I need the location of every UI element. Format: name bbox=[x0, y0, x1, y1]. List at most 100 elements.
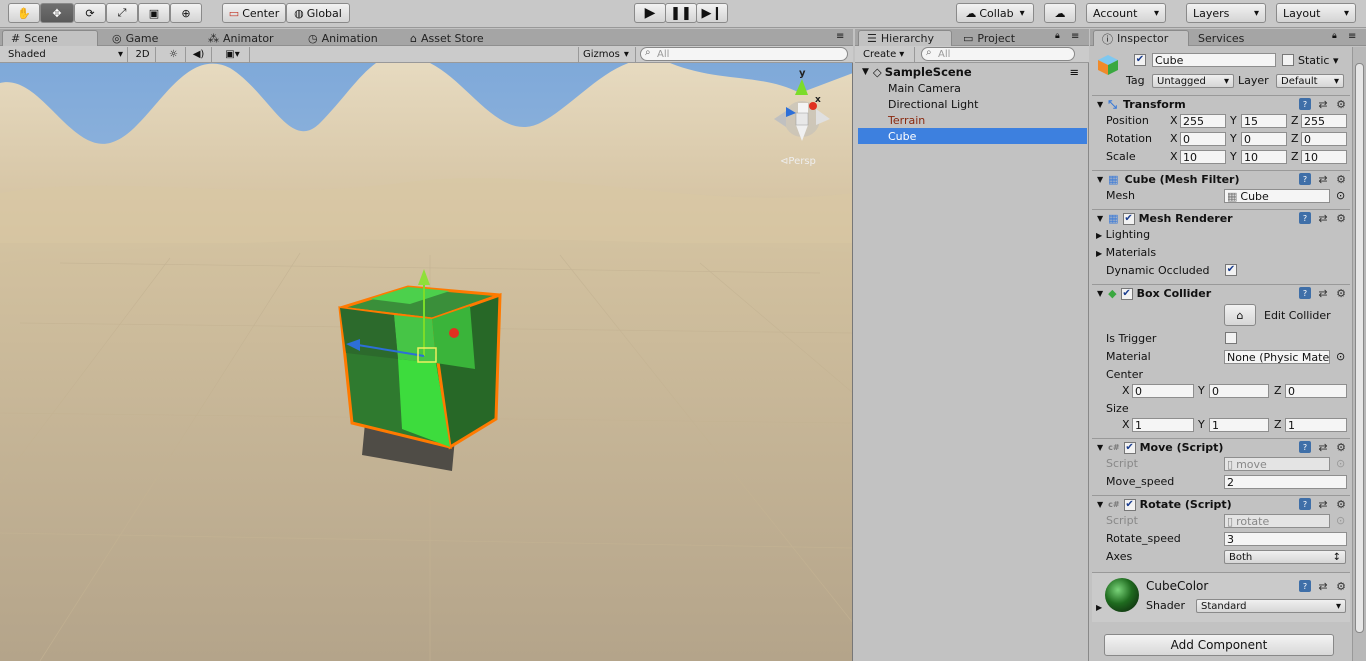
projection-toggle[interactable]: ⊲Persp bbox=[780, 156, 816, 167]
scale-y-field[interactable]: 10 bbox=[1241, 150, 1287, 164]
create-dropdown[interactable]: Create ▾ bbox=[859, 47, 915, 62]
tab-animator[interactable]: ⁂ Animator bbox=[200, 30, 282, 46]
object-picker-icon[interactable]: ⊙ bbox=[1336, 189, 1345, 202]
panel-menu-icon[interactable]: ≡ bbox=[1348, 31, 1356, 42]
hierarchy-item-main-camera[interactable]: Main Camera bbox=[858, 80, 1087, 96]
tab-scene[interactable]: # Scene bbox=[2, 30, 98, 46]
account-dropdown[interactable]: Account bbox=[1086, 3, 1166, 23]
tab-asset-store[interactable]: ⌂ Asset Store bbox=[402, 30, 492, 46]
pause-button[interactable]: ❚❚ bbox=[665, 3, 697, 23]
tab-hierarchy[interactable]: ☰ Hierarchy bbox=[858, 30, 952, 46]
lighting-toggle[interactable]: ☼ bbox=[162, 47, 186, 62]
help-book-icon[interactable]: ? bbox=[1299, 580, 1311, 592]
layer-dropdown[interactable]: Default ▾ bbox=[1276, 74, 1344, 88]
help-book-icon[interactable]: ? bbox=[1299, 441, 1311, 453]
gear-icon[interactable]: ⚙ bbox=[1335, 98, 1347, 111]
hand-tool-button[interactable]: ✋ bbox=[8, 3, 40, 23]
mesh-renderer-enabled-checkbox[interactable]: ✔ bbox=[1122, 212, 1135, 225]
tab-services[interactable]: Services bbox=[1190, 30, 1252, 46]
rotation-x-field[interactable]: 0 bbox=[1180, 132, 1226, 146]
rotate-script-enabled-checkbox[interactable]: ✔ bbox=[1123, 498, 1136, 511]
preset-icon[interactable]: ⇄ bbox=[1317, 212, 1329, 225]
move-script-enabled-checkbox[interactable]: ✔ bbox=[1123, 441, 1136, 454]
layers-dropdown[interactable]: Layers bbox=[1186, 3, 1266, 23]
center-z-field[interactable]: 0 bbox=[1285, 384, 1347, 398]
preset-icon[interactable]: ⇄ bbox=[1317, 441, 1329, 454]
hierarchy-item-cube[interactable]: Cube bbox=[858, 128, 1087, 144]
rotate-tool-button[interactable]: ⟳ bbox=[74, 3, 106, 23]
gear-icon[interactable]: ⚙ bbox=[1335, 287, 1347, 300]
box-collider-enabled-checkbox[interactable]: ✔ bbox=[1120, 287, 1133, 300]
rect-tool-button[interactable]: ▣ bbox=[138, 3, 170, 23]
help-book-icon[interactable]: ? bbox=[1299, 98, 1311, 110]
center-x-field[interactable]: 0 bbox=[1132, 384, 1194, 398]
mesh-field[interactable]: ▦ Cube bbox=[1224, 189, 1330, 203]
scrollbar-thumb[interactable] bbox=[1355, 63, 1364, 633]
add-component-button[interactable]: Add Component bbox=[1104, 634, 1334, 656]
gear-icon[interactable]: ⚙ bbox=[1335, 580, 1347, 593]
physic-material-field[interactable]: None (Physic Mate bbox=[1224, 350, 1330, 364]
hierarchy-item-directional-light[interactable]: Directional Light bbox=[858, 96, 1087, 112]
scale-tool-button[interactable]: ⤢ bbox=[106, 3, 138, 23]
rotation-y-field[interactable]: 0 bbox=[1241, 132, 1287, 146]
size-x-field[interactable]: 1 bbox=[1132, 418, 1194, 432]
help-book-icon[interactable]: ? bbox=[1299, 287, 1311, 299]
size-y-field[interactable]: 1 bbox=[1209, 418, 1269, 432]
hierarchy-search-input[interactable]: ⌕ All bbox=[921, 47, 1075, 61]
preset-icon[interactable]: ⇄ bbox=[1317, 580, 1329, 593]
materials-foldout[interactable]: ▶ Materials bbox=[1096, 246, 1156, 259]
axes-dropdown[interactable]: Both ↕ bbox=[1224, 550, 1346, 564]
gear-icon[interactable]: ⚙ bbox=[1335, 498, 1347, 511]
scale-x-field[interactable]: 10 bbox=[1180, 150, 1226, 164]
shading-mode-dropdown[interactable]: Shaded ▾ bbox=[4, 47, 128, 62]
play-button[interactable]: ▶ bbox=[634, 3, 666, 23]
center-y-field[interactable]: 0 bbox=[1209, 384, 1269, 398]
scene-view[interactable]: y x ⊲Persp bbox=[0, 63, 853, 661]
gear-icon[interactable]: ⚙ bbox=[1335, 173, 1347, 186]
dynamic-occluded-checkbox[interactable]: ✔ bbox=[1225, 264, 1237, 276]
panel-menu-icon[interactable]: ≡ bbox=[1071, 31, 1079, 42]
tag-dropdown[interactable]: Untagged ▾ bbox=[1152, 74, 1234, 88]
edit-collider-button[interactable]: ⌂ bbox=[1224, 304, 1256, 326]
audio-toggle[interactable]: ◀) bbox=[186, 47, 212, 62]
layout-dropdown[interactable]: Layout bbox=[1276, 3, 1356, 23]
help-book-icon[interactable]: ? bbox=[1299, 173, 1311, 185]
gizmos-dropdown[interactable]: Gizmos ▾ bbox=[578, 47, 636, 62]
scale-z-field[interactable]: 10 bbox=[1301, 150, 1347, 164]
object-name-field[interactable]: Cube bbox=[1152, 53, 1276, 67]
transform-tool-button[interactable]: ⊕ bbox=[170, 3, 202, 23]
move-speed-field[interactable]: 2 bbox=[1224, 475, 1347, 489]
is-trigger-checkbox[interactable] bbox=[1225, 332, 1237, 344]
preset-icon[interactable]: ⇄ bbox=[1317, 287, 1329, 300]
panel-menu-icon[interactable]: ≡ bbox=[836, 31, 844, 42]
object-picker-icon[interactable]: ⊙ bbox=[1336, 350, 1345, 363]
position-y-field[interactable]: 15 bbox=[1241, 114, 1287, 128]
static-checkbox[interactable] bbox=[1282, 54, 1294, 66]
size-z-field[interactable]: 1 bbox=[1285, 418, 1347, 432]
lock-icon[interactable]: 🔒︎ bbox=[1055, 31, 1060, 41]
tab-game[interactable]: ◎ Game bbox=[104, 30, 166, 46]
lock-icon[interactable]: 🔒︎ bbox=[1332, 31, 1337, 41]
effects-dropdown[interactable]: ▣▾ bbox=[216, 47, 250, 62]
preset-icon[interactable]: ⇄ bbox=[1317, 173, 1329, 186]
shader-dropdown[interactable]: Standard ▾ bbox=[1196, 599, 1346, 613]
scene-root-row[interactable]: ▼ ◇ SampleScene ≡ bbox=[858, 64, 1087, 80]
tab-inspector[interactable]: ⓘ Inspector bbox=[1093, 30, 1189, 46]
rotation-z-field[interactable]: 0 bbox=[1301, 132, 1347, 146]
2d-toggle[interactable]: 2D bbox=[130, 47, 156, 62]
rotate-speed-field[interactable]: 3 bbox=[1224, 532, 1347, 546]
position-x-field[interactable]: 255 bbox=[1180, 114, 1226, 128]
cloud-button[interactable]: ☁ bbox=[1044, 3, 1076, 23]
pivot-center-button[interactable]: ▭ Center bbox=[222, 3, 286, 23]
tab-project[interactable]: ▭ Project bbox=[955, 30, 1023, 46]
scene-search-input[interactable]: ⌕ All bbox=[640, 47, 848, 61]
step-button[interactable]: ▶❙ bbox=[696, 3, 728, 23]
preset-icon[interactable]: ⇄ bbox=[1317, 498, 1329, 511]
help-book-icon[interactable]: ? bbox=[1299, 212, 1311, 224]
gear-icon[interactable]: ⚙ bbox=[1335, 441, 1347, 454]
scene-menu-icon[interactable]: ≡ bbox=[1069, 65, 1079, 79]
help-book-icon[interactable]: ? bbox=[1299, 498, 1311, 510]
lighting-foldout[interactable]: ▶ Lighting bbox=[1096, 228, 1150, 241]
position-z-field[interactable]: 255 bbox=[1301, 114, 1347, 128]
active-checkbox[interactable]: ✔ bbox=[1134, 54, 1146, 66]
